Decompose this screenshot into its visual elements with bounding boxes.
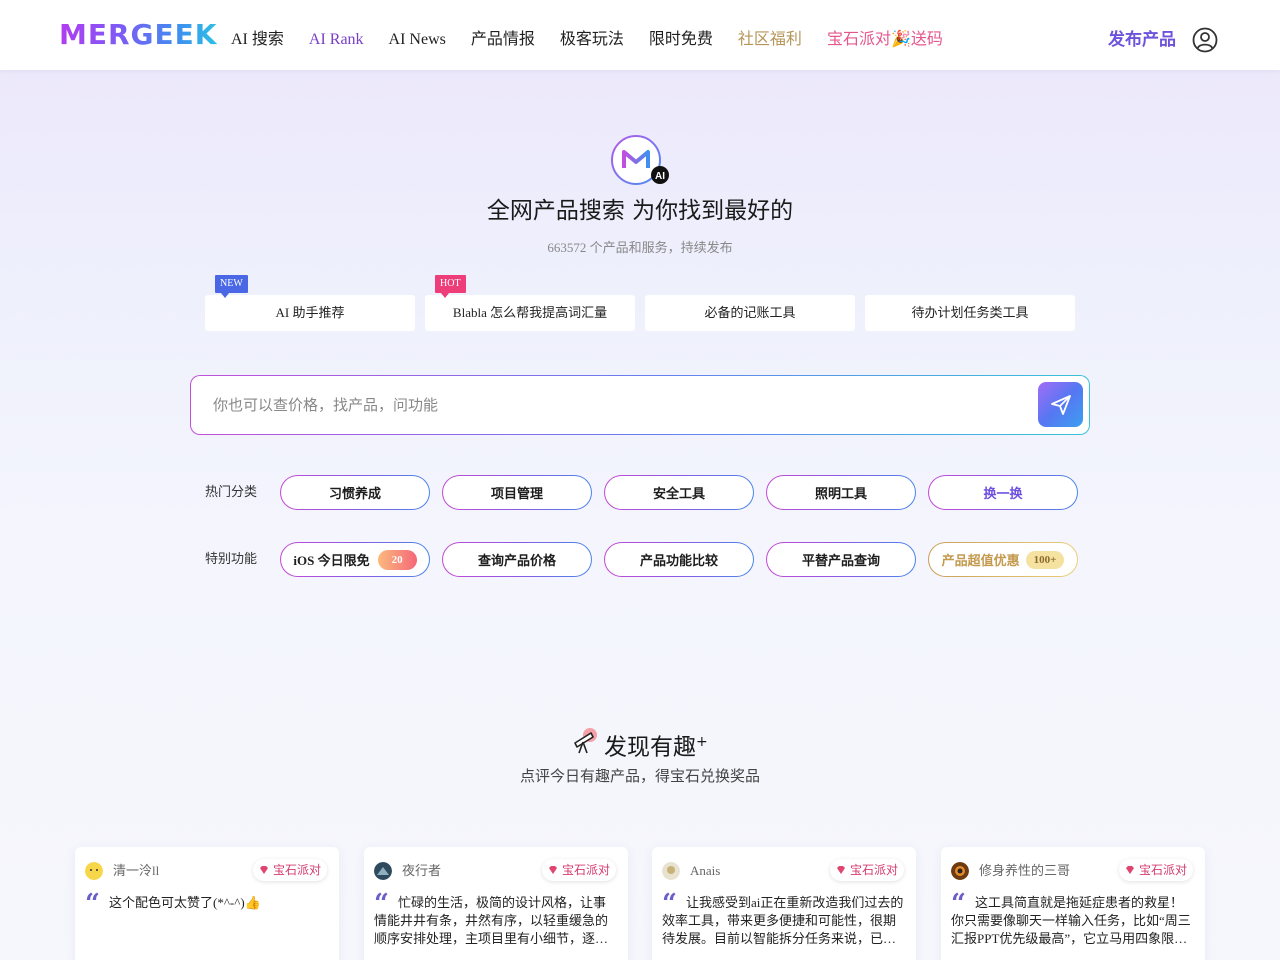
search-box (190, 375, 1090, 435)
top-header: MERGEEK AI 搜索 AI Rank AI News 产品情报 极客玩法 … (0, 0, 1280, 70)
feature-pill[interactable]: 产品功能比较 (604, 542, 754, 577)
nav-geek-play[interactable]: 极客玩法 (560, 29, 624, 51)
telescope-icon (574, 728, 597, 754)
avatar (951, 862, 969, 880)
gem-badge-label: 宝石派对 (561, 863, 610, 877)
gem-badge-label: 宝石派对 (272, 863, 321, 877)
deal-label: 产品超值优惠 (941, 553, 1020, 568)
hero-subtitle: 663572 个产品和服务，持续发布 (547, 240, 733, 255)
nav-limited-free[interactable]: 限时免费 (649, 29, 713, 51)
search-input[interactable] (213, 394, 1013, 416)
review-card[interactable]: 清一泠ll 宝石派对 “ 这个配色可太赞了(*^-^)👍 (75, 847, 339, 960)
review-card[interactable]: 修身养性的三哥 宝石派对 “ 这工具简直就是拖延症患者的救星！你只需要像聊天一样… (941, 847, 1205, 960)
mergeek-logo[interactable]: MERGEEK (59, 20, 217, 50)
special-features-label: 特别功能 (205, 551, 258, 566)
gem-party-badge[interactable]: 宝石派对 (252, 859, 327, 881)
suggestion-label: AI 助手推荐 (275, 305, 345, 320)
nav-product-intel[interactable]: 产品情报 (471, 29, 535, 51)
nav-ai-news[interactable]: AI News (389, 29, 446, 51)
gem-icon (836, 866, 845, 874)
review-card[interactable]: Anais 宝石派对 “ 让我感受到ai正在重新改造我们过去的效率工具，带来更多… (652, 847, 916, 960)
category-label: 项目管理 (490, 486, 543, 501)
gem-party-badge[interactable]: 宝石派对 (829, 859, 904, 881)
suggestion-label: 待办计划任务类工具 (911, 305, 1029, 320)
feature-label: 产品功能比较 (639, 553, 718, 568)
gem-icon (1125, 866, 1134, 874)
avatar (662, 862, 680, 880)
publish-product-button[interactable]: 发布产品 (1108, 28, 1176, 52)
reviewer-name: 夜行者 (402, 863, 442, 878)
suggestion-chip[interactable]: 必备的记账工具 (645, 295, 855, 331)
nav-ai-rank[interactable]: AI Rank (309, 29, 364, 51)
count-badge: 100+ (1025, 550, 1065, 569)
svg-text:AI: AI (655, 171, 665, 182)
main-nav: AI 搜索 AI Rank AI News 产品情报 极客玩法 限时免费 社区福… (231, 29, 968, 51)
reviewer-name: Anais (690, 863, 721, 878)
refresh-categories-button[interactable]: 换一换 (928, 475, 1078, 510)
product-deals-button[interactable]: 产品超值优惠 100+ (928, 542, 1078, 577)
nav-community-welfare[interactable]: 社区福利 (738, 29, 802, 51)
gem-icon (548, 866, 557, 874)
avatar (85, 862, 103, 880)
discover-title-text: 发现有趣 (604, 734, 696, 761)
review-text: 忙碌的生活，极简的设计风格，让事情能井井有条，井然有序，以轻重缓急的顺序安排处理… (374, 895, 609, 946)
mergeek-m-icon: AI (611, 135, 669, 185)
discover-subtitle: 点评今日有趣产品，得宝石兑换奖品 (519, 769, 760, 785)
feature-pill[interactable]: 查询产品价格 (442, 542, 592, 577)
hero-title: 全网产品搜索 为你找到最好的 (486, 198, 794, 224)
discover-title: 发现有趣+ (604, 727, 708, 763)
feature-pill[interactable]: 平替产品查询 (766, 542, 916, 577)
discover-title-plus: + (696, 734, 708, 750)
category-label: 安全工具 (652, 486, 705, 501)
review-card[interactable]: 夜行者 宝石派对 “ 忙碌的生活，极简的设计风格，让事情能井井有条，井然有序，以… (364, 847, 628, 960)
avatar (374, 862, 392, 880)
feature-label: 平替产品查询 (801, 553, 880, 568)
gem-party-badge[interactable]: 宝石派对 (541, 859, 616, 881)
suggestion-label: Blabla 怎么帮我提高词汇量 (452, 305, 608, 320)
ios-free-today-button[interactable]: iOS 今日限免 20 (280, 542, 430, 577)
new-tag: NEW (215, 275, 248, 298)
review-text: 让我感受到ai正在重新改造我们过去的效率工具，带来更多便捷和可能性，很期待发展。… (662, 895, 904, 946)
ios-free-label: iOS 今日限免 (293, 553, 370, 568)
gem-badge-label: 宝石派对 (1138, 863, 1187, 877)
search-box-inner (191, 376, 1089, 434)
gem-party-badge[interactable]: 宝石派对 (1118, 859, 1193, 881)
review-text: 这工具简直就是拖延症患者的救星！你只需要像聊天一样输入任务，比如“周三汇报PPT… (951, 895, 1191, 946)
hot-categories-label: 热门分类 (205, 484, 258, 499)
suggestion-chip[interactable]: 待办计划任务类工具 (865, 295, 1075, 331)
suggestion-chip[interactable]: HOT Blabla 怎么帮我提高词汇量 (425, 275, 635, 331)
hero-ai-logo: AI (611, 135, 669, 187)
category-label: 照明工具 (814, 486, 867, 501)
feature-label: 查询产品价格 (477, 553, 556, 568)
search-submit-button[interactable] (1038, 382, 1083, 427)
suggestion-label: 必备的记账工具 (704, 305, 796, 320)
user-account-icon[interactable] (1192, 27, 1218, 53)
category-pill[interactable]: 项目管理 (442, 475, 592, 510)
nav-ai-search[interactable]: AI 搜索 (231, 29, 284, 51)
refresh-label: 换一换 (983, 486, 1023, 501)
hot-tag: HOT (435, 275, 466, 298)
send-icon (1051, 395, 1071, 415)
gem-icon (259, 866, 268, 874)
nav-gem-party[interactable]: 宝石派对🎉送码 (827, 29, 943, 51)
review-text: 这个配色可太赞了(*^-^)👍 (109, 895, 261, 910)
reviewer-name: 清一泠ll (113, 863, 160, 878)
category-pill[interactable]: 习惯养成 (280, 475, 430, 510)
reviewer-name: 修身养性的三哥 (979, 863, 1071, 878)
category-label: 习惯养成 (328, 486, 381, 501)
category-pill[interactable]: 照明工具 (766, 475, 916, 510)
count-badge: 20 (377, 549, 417, 570)
gem-badge-label: 宝石派对 (849, 863, 898, 877)
category-pill[interactable]: 安全工具 (604, 475, 754, 510)
suggestion-chip[interactable]: NEW AI 助手推荐 (205, 275, 415, 331)
